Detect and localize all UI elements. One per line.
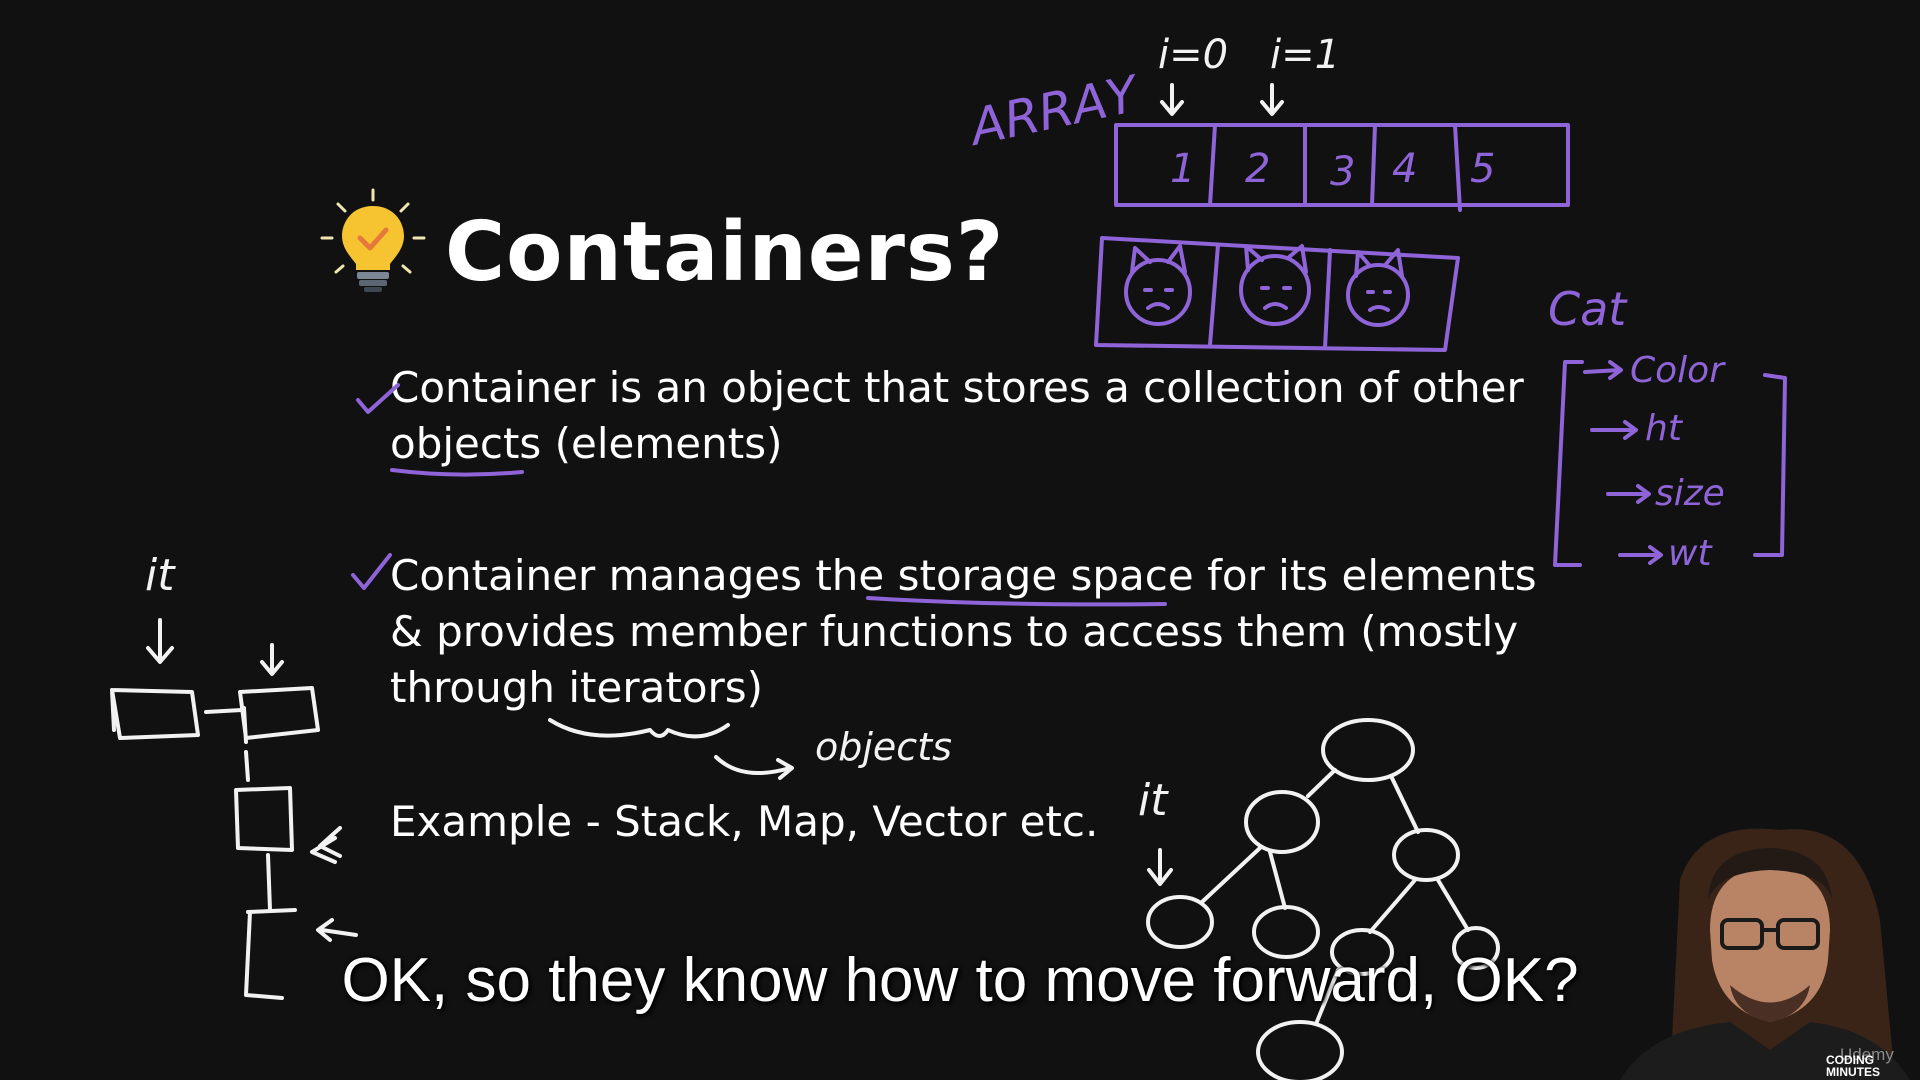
objects-note: objects bbox=[815, 725, 952, 769]
arrow-right-icon bbox=[1590, 420, 1638, 440]
subtitle-caption: OK, so they know how to move forward, OK… bbox=[341, 946, 1579, 1015]
list-node bbox=[238, 686, 320, 744]
arrow-down-icon bbox=[1160, 83, 1184, 116]
array-label: ARRAY bbox=[963, 64, 1146, 157]
arrow-right-icon bbox=[1583, 360, 1623, 380]
arrow-to-objects bbox=[714, 755, 794, 780]
iterator-label: it bbox=[145, 550, 176, 601]
underline-objects bbox=[390, 468, 524, 477]
brace-iterators bbox=[548, 718, 730, 739]
array-cell: 3 bbox=[1330, 149, 1355, 195]
underline-storage-space bbox=[866, 596, 1167, 607]
array-cell: 1 bbox=[1170, 146, 1195, 192]
iterator-label-tree: it bbox=[1138, 775, 1169, 826]
cat-attribute: ht bbox=[1645, 408, 1684, 449]
arrow-down-icon bbox=[1147, 848, 1173, 886]
cat-attribute: wt bbox=[1668, 533, 1713, 574]
cat-attribute: size bbox=[1655, 473, 1725, 514]
arrow-down-icon bbox=[1260, 83, 1284, 116]
checkmark-icon bbox=[356, 383, 400, 414]
checkmark-icon bbox=[351, 553, 392, 590]
arrow-down-icon bbox=[260, 643, 284, 676]
tree-node bbox=[1146, 895, 1214, 949]
arrow-right-icon bbox=[1618, 545, 1663, 565]
array-cell: 5 bbox=[1470, 146, 1495, 192]
tree-node bbox=[1392, 828, 1460, 882]
array-cell: 2 bbox=[1245, 146, 1270, 192]
list-node bbox=[234, 786, 294, 852]
cat-face-icon bbox=[1239, 244, 1311, 326]
cat-label: Cat bbox=[1548, 282, 1628, 336]
cat-attribute: Color bbox=[1630, 350, 1726, 391]
presenter-webcam bbox=[1560, 760, 1920, 1080]
arrow-right-icon bbox=[1606, 484, 1651, 504]
tree-node bbox=[1256, 1020, 1344, 1080]
tree-node bbox=[1244, 790, 1320, 854]
arrow-down-icon bbox=[146, 618, 174, 664]
brand-logo: CODING MINUTES bbox=[1826, 1053, 1880, 1079]
array-cell: 4 bbox=[1392, 146, 1417, 192]
double-arrow-icon bbox=[310, 826, 342, 864]
cat-face-icon bbox=[1346, 248, 1410, 327]
list-node bbox=[110, 688, 200, 740]
cat-face-icon bbox=[1124, 244, 1192, 326]
index-label-0: i=0 bbox=[1158, 32, 1228, 78]
arrow-left-icon bbox=[316, 918, 358, 942]
index-label-1: i=1 bbox=[1270, 32, 1340, 78]
